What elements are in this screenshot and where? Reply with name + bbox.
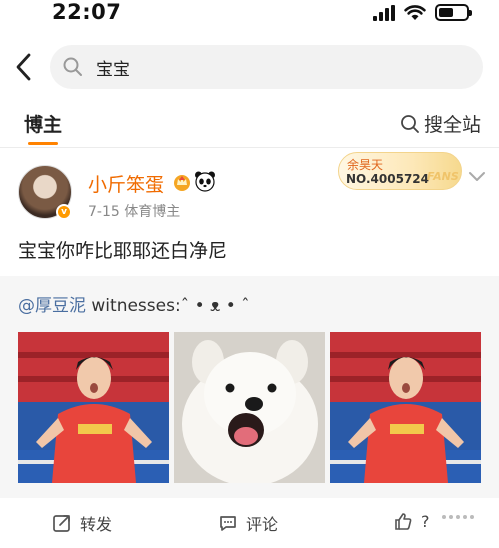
search-all-button[interactable]: 搜全站	[400, 110, 481, 137]
repost-author[interactable]: @厚豆泥	[18, 296, 86, 316]
repost-label: 转发	[80, 515, 113, 534]
chevron-left-icon	[16, 53, 31, 81]
status-icons	[373, 4, 472, 21]
crown-icon	[174, 175, 190, 191]
fans-badge-number: NO.4005724	[346, 172, 429, 186]
battery-icon	[435, 4, 472, 21]
active-tab-indicator	[28, 142, 58, 145]
verified-badge-icon: v	[56, 204, 72, 220]
back-button[interactable]	[12, 52, 36, 82]
action-bar: 转发 评论 ?	[0, 498, 499, 548]
search-icon	[401, 114, 419, 133]
comment-button[interactable]: 评论	[218, 511, 278, 535]
fans-badge-word: FANS	[427, 170, 459, 183]
search-query: 宝宝	[96, 60, 130, 80]
more-dots-icon	[442, 515, 474, 519]
photo-player-1[interactable]	[18, 332, 169, 483]
post-text: 宝宝你咋比耶耶还白净尼	[18, 240, 228, 262]
panda-icon	[195, 171, 215, 192]
comment-label: 评论	[246, 515, 279, 534]
repost-line: @厚豆泥 witnesses:ˆ • ᴥ • ˆ	[18, 291, 250, 316]
search-input[interactable]: 宝宝	[50, 45, 483, 89]
signal-icon	[373, 4, 395, 21]
repost-button[interactable]: 转发	[52, 511, 112, 535]
photo-player-2[interactable]	[330, 332, 481, 483]
chevron-down-icon[interactable]	[468, 170, 486, 184]
search-icon	[63, 57, 82, 76]
photo-samoyed[interactable]	[174, 332, 325, 483]
status-time: 22:07	[52, 0, 122, 24]
thumbs-up-icon	[395, 513, 412, 530]
divider	[0, 147, 499, 148]
status-bar: 22:07	[0, 0, 499, 28]
search-all-label: 搜全站	[423, 114, 481, 136]
comment-icon	[220, 516, 236, 531]
like-button[interactable]: ?	[393, 511, 430, 531]
repost-icon	[53, 515, 70, 532]
tab-blogger[interactable]: 博主	[24, 110, 62, 137]
fans-badge[interactable]: 余昊天 NO.4005724 FANS	[338, 152, 462, 190]
like-label: ?	[421, 511, 430, 531]
fans-badge-name: 余昊天	[347, 158, 384, 172]
post-author[interactable]: 小斤笨蛋	[88, 170, 164, 197]
repost-body: witnesses:ˆ • ᴥ • ˆ	[86, 296, 250, 316]
post-meta: 7-15 体育博主	[88, 204, 181, 220]
repost-card[interactable]: @厚豆泥 witnesses:ˆ • ᴥ • ˆ	[0, 276, 499, 498]
wifi-icon	[404, 4, 426, 20]
